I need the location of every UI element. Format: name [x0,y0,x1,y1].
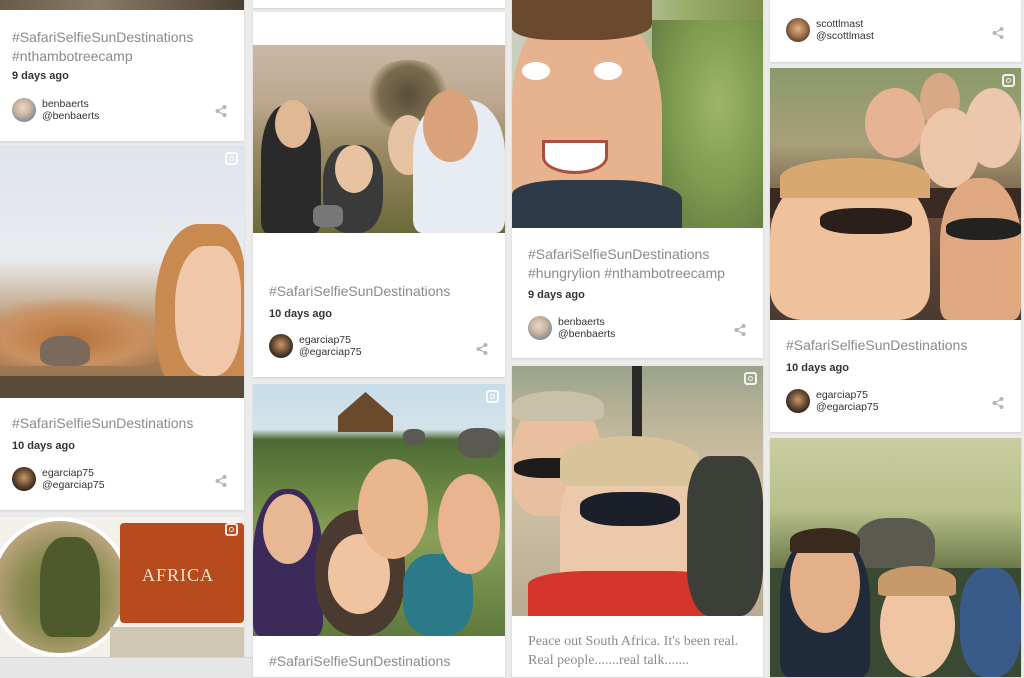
post-photo[interactable] [253,45,505,233]
post-photo[interactable] [512,0,763,228]
avatar[interactable] [12,98,36,122]
post-date: 9 days ago [12,70,69,82]
share-icon[interactable] [991,26,1005,40]
post-caption: #SafariSelfieSunDestinations [786,337,968,353]
share-icon[interactable] [475,342,489,356]
author-name: benbaerts [42,98,89,110]
avatar[interactable] [528,316,552,340]
author-handle: @egarciap75 [299,346,362,358]
post-photo[interactable] [0,146,244,398]
post-date: 10 days ago [12,440,75,452]
avatar[interactable] [12,467,36,491]
avatar[interactable] [786,389,810,413]
post-caption: Peace out South Africa. It's been real. … [528,634,739,668]
post-card[interactable]: #SafariSelfieSunDestinations 10 days ago… [253,12,505,377]
share-icon[interactable] [214,104,228,118]
post-card[interactable]: AFRICA [0,517,244,677]
author-handle: @benbaerts [42,110,100,122]
post-photo[interactable] [770,68,1021,320]
post-card[interactable]: #SafariSelfieSunDestinations #nthambotre… [0,0,244,141]
post-photo[interactable] [770,438,1021,677]
post-caption: #SafariSelfieSunDestinations #nthambotre… [12,29,194,64]
post-card[interactable]: #SafariSelfieSunDestinations 10 days ago… [0,146,244,510]
post-card[interactable]: scottlmast @scottlmast [770,0,1021,62]
author-name: scottlmast [816,18,864,30]
post-date: 9 days ago [528,289,585,301]
post-photo[interactable] [0,0,244,10]
post-date: 10 days ago [269,308,332,320]
sign-text: AFRICA [142,565,215,585]
bottom-scroll-strip [0,657,253,678]
post-caption: #SafariSelfieSunDestinations #hungrylion… [528,246,725,281]
post-card[interactable]: Peace out South Africa. It's been real. … [512,366,763,677]
author-handle: @egarciap75 [816,401,879,413]
author-name: egarciap75 [42,467,94,479]
post-caption: #SafariSelfieSunDestinations [269,653,451,669]
author-handle: @benbaerts [558,328,616,340]
post-card[interactable] [770,438,1021,677]
author-name: egarciap75 [299,334,351,346]
instagram-icon [1002,74,1015,87]
post-date: 10 days ago [786,362,849,374]
post-card[interactable]: #SafariSelfieSunDestinations [253,384,505,677]
instagram-icon [486,390,499,403]
post-card[interactable]: #SafariSelfieSunDestinations #hungrylion… [512,0,763,358]
instagram-icon [225,152,238,165]
share-icon[interactable] [991,396,1005,410]
post-photo[interactable]: AFRICA [0,517,244,657]
instagram-icon [744,372,757,385]
post-card[interactable] [253,0,505,8]
share-icon[interactable] [733,323,747,337]
avatar[interactable] [786,18,810,42]
author-name: egarciap75 [816,389,868,401]
post-caption: #SafariSelfieSunDestinations [269,283,451,299]
post-card[interactable]: #SafariSelfieSunDestinations 10 days ago… [770,68,1021,432]
post-photo[interactable] [512,366,763,616]
author-handle: @scottlmast [816,30,874,42]
author-handle: @egarciap75 [42,479,105,491]
author-name: benbaerts [558,316,605,328]
avatar[interactable] [269,334,293,358]
post-caption: #SafariSelfieSunDestinations [12,415,194,431]
post-photo[interactable] [253,384,505,636]
share-icon[interactable] [214,474,228,488]
instagram-icon [225,523,238,536]
